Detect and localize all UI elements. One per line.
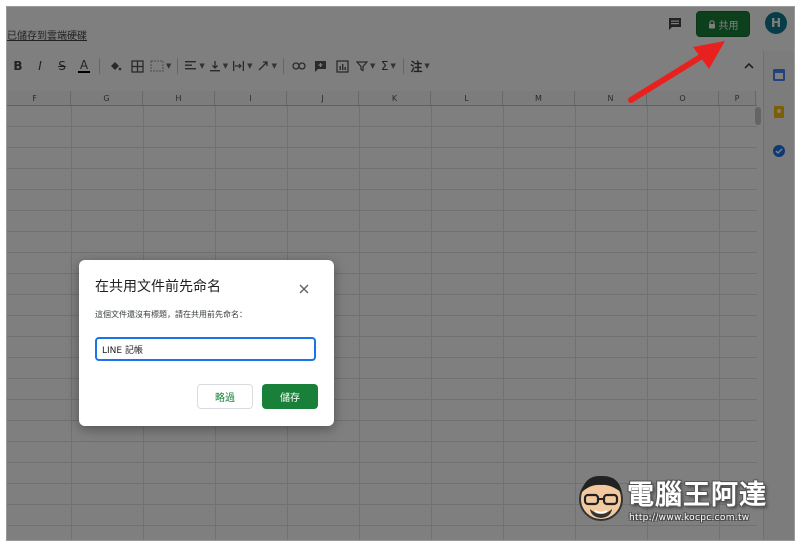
annotation-arrow bbox=[628, 41, 725, 103]
watermark-url: http://www.kocpc.com.tw bbox=[629, 513, 750, 523]
arrow-head bbox=[693, 41, 725, 69]
app-window: 已儲存到雲端硬碟 共用 H B I S A bbox=[6, 6, 795, 541]
watermark-title: 電腦王阿達 bbox=[627, 480, 767, 511]
mascot-logo bbox=[579, 475, 623, 521]
watermark: 電腦王阿達 http://www.kocpc.com.tw bbox=[575, 469, 790, 533]
arrow-shaft bbox=[628, 50, 710, 103]
